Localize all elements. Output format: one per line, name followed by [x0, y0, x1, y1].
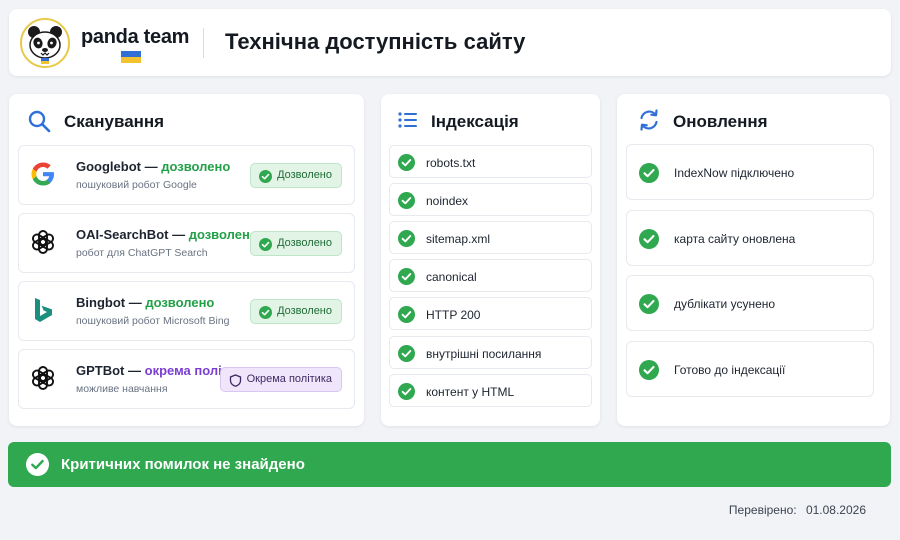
index-panel: Індексація robots.txt noindex sitemap.xm… — [381, 94, 600, 426]
checked-date-value: 01.08.2026 — [805, 503, 866, 517]
index-item-label: robots.txt — [426, 156, 476, 170]
bot-row-googlebot: Googlebot — дозволено пошуковий робот Go… — [18, 145, 355, 205]
index-item-label: внутрішні посилання — [426, 347, 542, 361]
index-item-label: контент у HTML — [426, 385, 515, 399]
bing-icon — [29, 296, 57, 324]
ukraine-flag-icon — [121, 50, 141, 63]
index-item: sitemap.xml — [389, 221, 592, 254]
update-item-label: карта сайту оновлена — [674, 232, 796, 246]
update-item: IndexNow підключено — [626, 144, 874, 200]
index-title: Індексація — [431, 112, 519, 131]
bot-description: пошуковий робот Google — [76, 179, 197, 191]
refresh-icon — [637, 108, 661, 137]
index-item-label: sitemap.xml — [426, 232, 491, 246]
bot-row-oai-searchbot: OAI-SearchBot — дозволено робот для Chat… — [18, 213, 355, 273]
bot-description: пошуковий робот Microsoft Bing — [76, 315, 230, 327]
update-panel: Оновлення IndexNow підключено карта сайт… — [617, 94, 890, 426]
index-item: контент у HTML — [389, 374, 592, 407]
check-circle-icon — [259, 305, 273, 319]
index-item: noindex — [389, 183, 592, 216]
index-item-label: canonical — [426, 270, 477, 284]
openai-icon — [29, 228, 57, 256]
update-item: дублікати усунено — [626, 275, 874, 331]
panda-logo-icon — [20, 18, 70, 68]
status-badge: Дозволено — [250, 231, 342, 256]
check-circle-icon — [398, 383, 415, 400]
check-circle-icon — [398, 268, 415, 285]
check-circle-icon — [639, 163, 659, 183]
google-icon — [29, 160, 57, 188]
index-item-label: HTTP 200 — [426, 308, 481, 322]
policy-badge: Окрема політика — [219, 367, 342, 392]
check-circle-icon — [398, 192, 415, 209]
bot-row-gptbot: GPTBot — окрема політика можливе навчанн… — [18, 349, 355, 409]
list-icon — [398, 111, 418, 134]
check-circle-icon — [398, 154, 415, 171]
shield-icon — [229, 373, 242, 387]
banner-text: Критичних помилок не знайдено — [61, 456, 305, 473]
bot-row-bingbot: Bingbot — дозволено пошуковий робот Micr… — [18, 281, 355, 341]
header: panda team Технічна доступність сайту — [9, 9, 891, 76]
check-circle-icon — [26, 453, 49, 476]
update-item: Готово до індексації — [626, 341, 874, 397]
brand-name: panda team — [81, 26, 190, 48]
check-circle-icon — [398, 230, 415, 247]
check-circle-icon — [639, 360, 659, 380]
update-item-label: IndexNow підключено — [674, 166, 795, 180]
index-item: HTTP 200 — [389, 297, 592, 330]
update-title: Оновлення — [673, 112, 768, 131]
index-item: canonical — [389, 259, 592, 292]
bot-name: Googlebot — дозволено — [76, 159, 231, 174]
bot-status: дозволено — [188, 227, 258, 242]
check-circle-icon — [398, 306, 415, 323]
bot-description: можливе навчання — [76, 383, 168, 395]
index-item: robots.txt — [389, 145, 592, 178]
openai-icon — [29, 364, 57, 392]
check-circle-icon — [639, 294, 659, 314]
scan-panel: Сканування Googlebot — дозволено пошуков… — [9, 94, 364, 426]
check-circle-icon — [639, 229, 659, 249]
scan-title: Сканування — [64, 112, 165, 131]
success-banner: Критичних помилок не знайдено — [8, 442, 891, 487]
check-circle-icon — [398, 345, 415, 362]
update-item-label: дублікати усунено — [674, 297, 776, 311]
update-item: карта сайту оновлена — [626, 210, 874, 266]
bot-name: Bingbot — дозволено — [76, 295, 215, 310]
checked-label: Перевірено: — [728, 503, 797, 517]
status-badge: Дозволено — [250, 163, 342, 188]
status-badge: Дозволено — [250, 299, 342, 324]
checked-date: Перевірено: 01.08.2026 — [729, 503, 866, 517]
check-circle-icon — [259, 169, 273, 183]
bot-name: OAI-SearchBot — дозволено — [76, 227, 258, 242]
bot-status: дозволено — [161, 159, 231, 174]
page-title: Технічна доступність сайту — [225, 29, 526, 54]
bot-description: робот для ChatGPT Search — [76, 247, 208, 259]
check-circle-icon — [259, 237, 273, 251]
update-item-label: Готово до індексації — [674, 363, 786, 377]
header-divider — [203, 28, 204, 58]
bot-status: дозволено — [145, 295, 215, 310]
index-item: внутрішні посилання — [389, 336, 592, 369]
index-item-label: noindex — [426, 194, 469, 208]
search-icon — [27, 109, 51, 138]
